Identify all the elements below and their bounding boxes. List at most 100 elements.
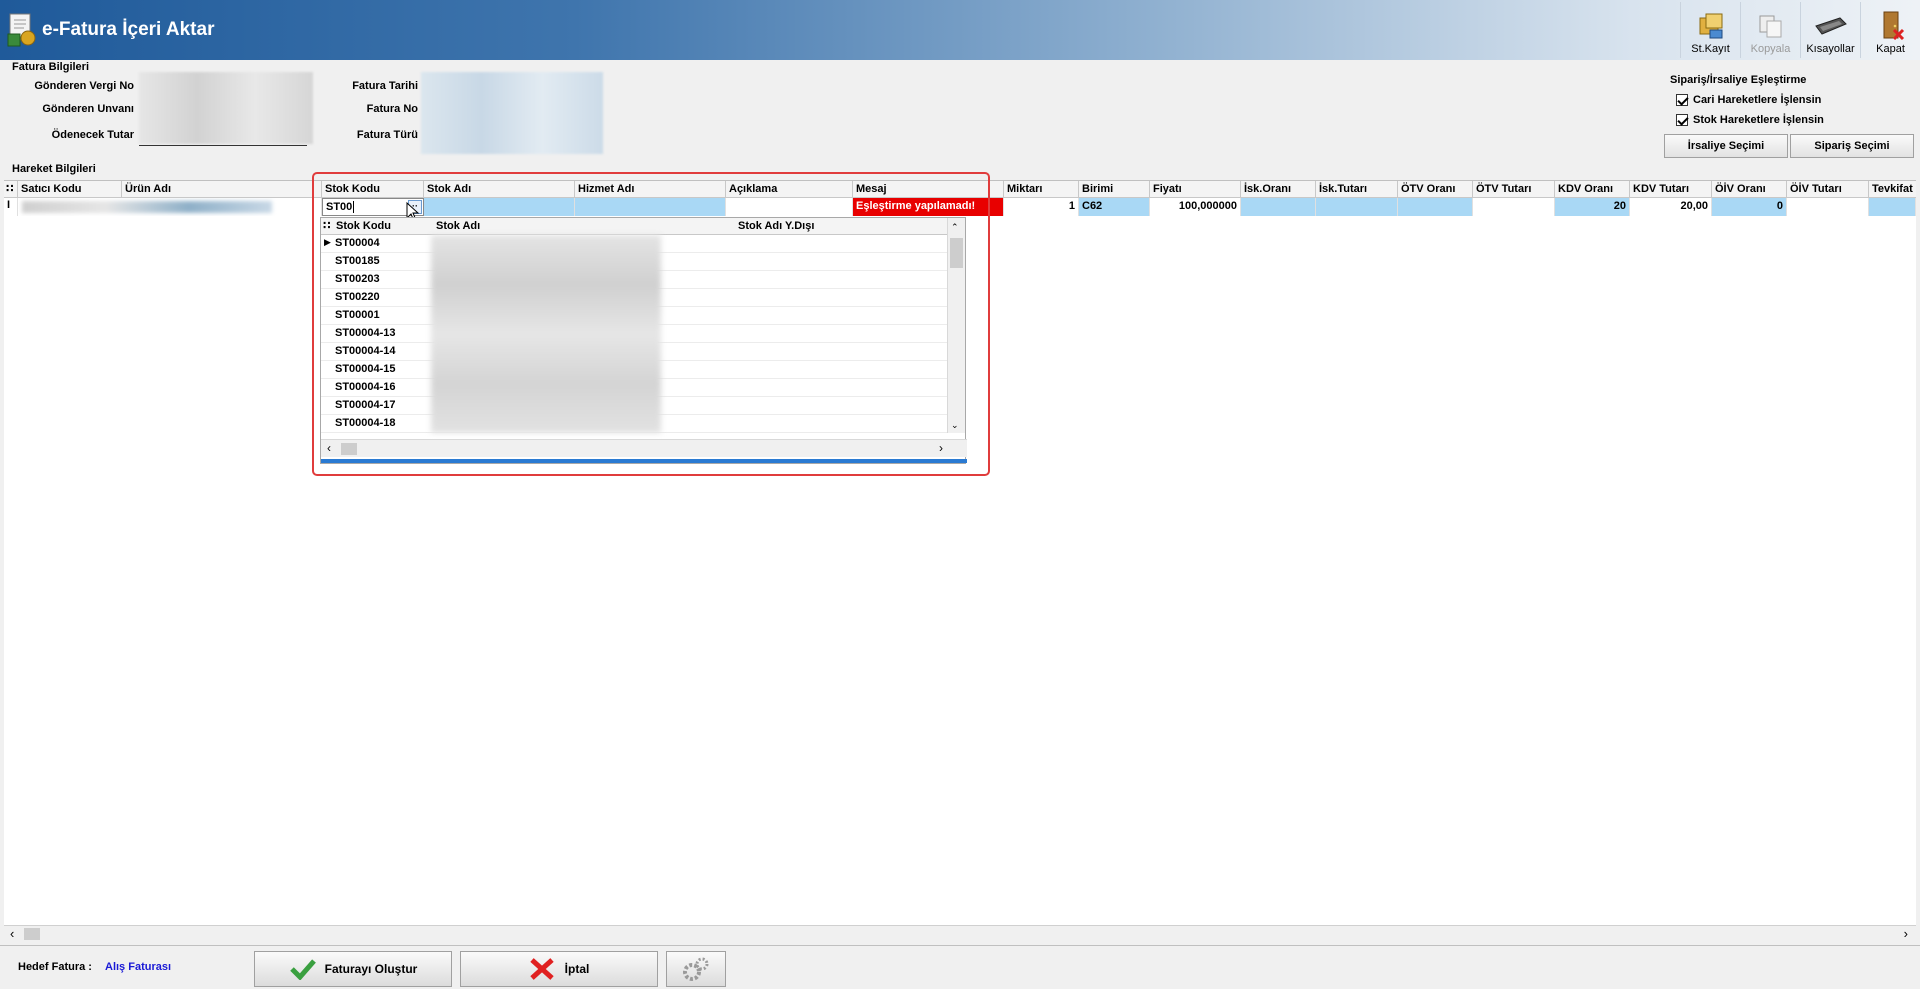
st-kayit-label: St.Kayıt [1691,43,1730,55]
row-edit-indicator-icon: I [4,198,18,216]
grid-horizontal-scrollbar[interactable]: ‹ › [4,925,1916,942]
lookup-stok-kodu: ST00001 [335,309,380,321]
col-kdv-orani[interactable]: KDV Oranı [1555,181,1630,198]
invoice-import-icon [6,12,40,48]
otv-orani-cell[interactable] [1398,198,1473,216]
kapat-label: Kapat [1876,43,1905,55]
title-bar: e-Fatura İçeri Aktar St.Kayıt Kopyala Kı… [0,0,1920,60]
checkbox-checked[interactable] [1676,114,1688,126]
fatura-no-label: Fatura No [366,103,418,115]
col-miktari[interactable]: Miktarı [1004,181,1079,198]
siparis-secimi-button[interactable]: Sipariş Seçimi [1790,134,1914,158]
grid-hscroll-thumb[interactable] [24,928,40,940]
lookup-stok-kodu: ST00004 [335,237,380,249]
window-title: e-Fatura İçeri Aktar [42,19,215,40]
blurred-stock-names [431,235,661,433]
col-tevkifat[interactable]: Tevkifat [1869,181,1916,198]
exit-door-icon [1883,11,1904,40]
invoice-info-field[interactable] [421,72,603,154]
cari-hareketlere-checkbox[interactable]: Cari Hareketlere İşlensin [1676,94,1821,106]
lookup-header: ∷ Stok Kodu Stok Adı Stok Adı Y.Dışı [321,218,949,235]
fatura-turu-label: Fatura Türü [356,129,418,141]
col-urun-adi[interactable]: Ürün Adı [122,181,322,198]
lookup-stok-kodu: ST00004-17 [335,399,396,411]
checkbox-checked[interactable] [1676,94,1688,106]
lookup-stok-kodu: ST00220 [335,291,380,303]
birimi-cell[interactable]: C62 [1079,198,1150,216]
lookup-stok-kodu: ST00004-13 [335,327,396,339]
stok-hareketlere-label: Stok Hareketlere İşlensin [1693,114,1824,126]
col-isk-tutari[interactable]: İsk.Tutarı [1316,181,1398,198]
kisayollar-label: Kısayollar [1806,43,1855,55]
stok-hareketlere-checkbox[interactable]: Stok Hareketlere İşlensin [1676,114,1824,126]
stok-lookup-dropdown[interactable]: ∷ Stok Kodu Stok Adı Stok Adı Y.Dışı ▶ ST… [320,217,967,464]
scroll-thumb[interactable] [950,238,963,268]
isk-orani-cell[interactable] [1241,198,1316,216]
oiv-orani-cell[interactable]: 0 [1712,198,1787,216]
odenecek-tutar-field-underline [139,144,307,146]
col-kdv-tutari[interactable]: KDV Tutarı [1630,181,1712,198]
scroll-up-icon[interactable]: ⌃ [951,222,959,233]
st-kayit-button[interactable]: St.Kayıt [1680,2,1740,58]
toolbar: St.Kayıt Kopyala Kısayollar Kapat [1680,2,1920,58]
blurred-text [22,201,272,213]
lookup-focus-bar [321,459,967,463]
stock-record-icon [1699,13,1722,39]
col-otv-orani[interactable]: ÖTV Oranı [1398,181,1473,198]
fiyati-cell[interactable]: 100,000000 [1150,198,1241,216]
isk-tutari-cell[interactable] [1316,198,1398,216]
row-indicator-icon: ▶ [324,237,331,247]
lookup-vertical-scrollbar[interactable]: ⌃ ⌄ [947,218,965,433]
copy-icon [1759,15,1781,38]
odenecek-tutar-label: Ödenecek Tutar [51,129,134,141]
col-fiyati[interactable]: Fiyatı [1150,181,1241,198]
lookup-horizontal-scrollbar[interactable]: ‹ › [321,439,967,457]
hscroll-thumb[interactable] [341,443,357,455]
col-otv-tutari[interactable]: ÖTV Tutarı [1473,181,1555,198]
scroll-left-icon[interactable]: ‹ [327,441,331,455]
tevkifat-cell[interactable] [1869,198,1916,216]
iptal-label: İptal [564,962,590,976]
lookup-col-stok-adi[interactable]: Stok Adı [433,218,733,235]
cari-hareketlere-label: Cari Hareketlere İşlensin [1693,94,1822,106]
gonderen-vergi-no-label: Gönderen Vergi No [34,80,134,92]
oiv-tutari-cell[interactable] [1787,198,1869,216]
fatura-tarihi-label: Fatura Tarihi [352,80,418,92]
col-oiv-tutari[interactable]: ÖİV Tutarı [1787,181,1869,198]
sender-info-field[interactable] [139,72,313,144]
lookup-stok-kodu: ST00004-14 [335,345,396,357]
grid-menu-icon[interactable]: ∷ [4,181,18,198]
checkmark-icon [289,959,316,980]
lookup-col-stok-kodu[interactable]: Stok Kodu [333,218,433,235]
irsaliye-secimi-button[interactable]: İrsaliye Seçimi [1664,134,1788,158]
scroll-right-icon[interactable]: › [1904,926,1908,941]
lookup-col-stok-adi-ydisi[interactable]: Stok Adı Y.Dışı [735,218,935,235]
lookup-menu-icon[interactable]: ∷ [321,218,333,235]
lookup-stok-kodu: ST00004-18 [335,417,396,429]
gears-icon [683,957,709,981]
kopyala-button[interactable]: Kopyala [1740,2,1800,58]
miktari-cell[interactable]: 1 [1004,198,1079,216]
kdv-tutari-cell[interactable]: 20,00 [1630,198,1712,216]
col-satici-kodu[interactable]: Satıcı Kodu [18,181,122,198]
faturayi-olustur-button[interactable]: Faturayı Oluştur [254,951,452,987]
kisayollar-button[interactable]: Kısayollar [1800,2,1860,58]
col-isk-orani[interactable]: İsk.Oranı [1241,181,1316,198]
kdv-orani-cell[interactable]: 20 [1555,198,1630,216]
lookup-stok-kodu: ST00185 [335,255,380,267]
lookup-stok-kodu: ST00004-15 [335,363,396,375]
kapat-button[interactable]: Kapat [1860,2,1920,58]
otv-tutari-cell[interactable] [1473,198,1555,216]
cancel-x-icon [529,958,554,980]
iptal-button[interactable]: İptal [460,951,658,987]
settings-button[interactable] [666,951,726,987]
col-birimi[interactable]: Birimi [1079,181,1150,198]
scroll-down-icon[interactable]: ⌄ [951,420,959,431]
blurred-product-cell[interactable] [18,198,322,216]
hedef-fatura-label: Hedef Fatura : [18,961,92,973]
col-oiv-orani[interactable]: ÖİV Oranı [1712,181,1787,198]
scroll-left-icon[interactable]: ‹ [10,926,14,941]
scroll-right-icon[interactable]: › [939,441,943,455]
hedef-fatura-value: Alış Faturası [105,961,172,973]
fatura-bilgileri-title: Fatura Bilgileri [12,61,90,73]
